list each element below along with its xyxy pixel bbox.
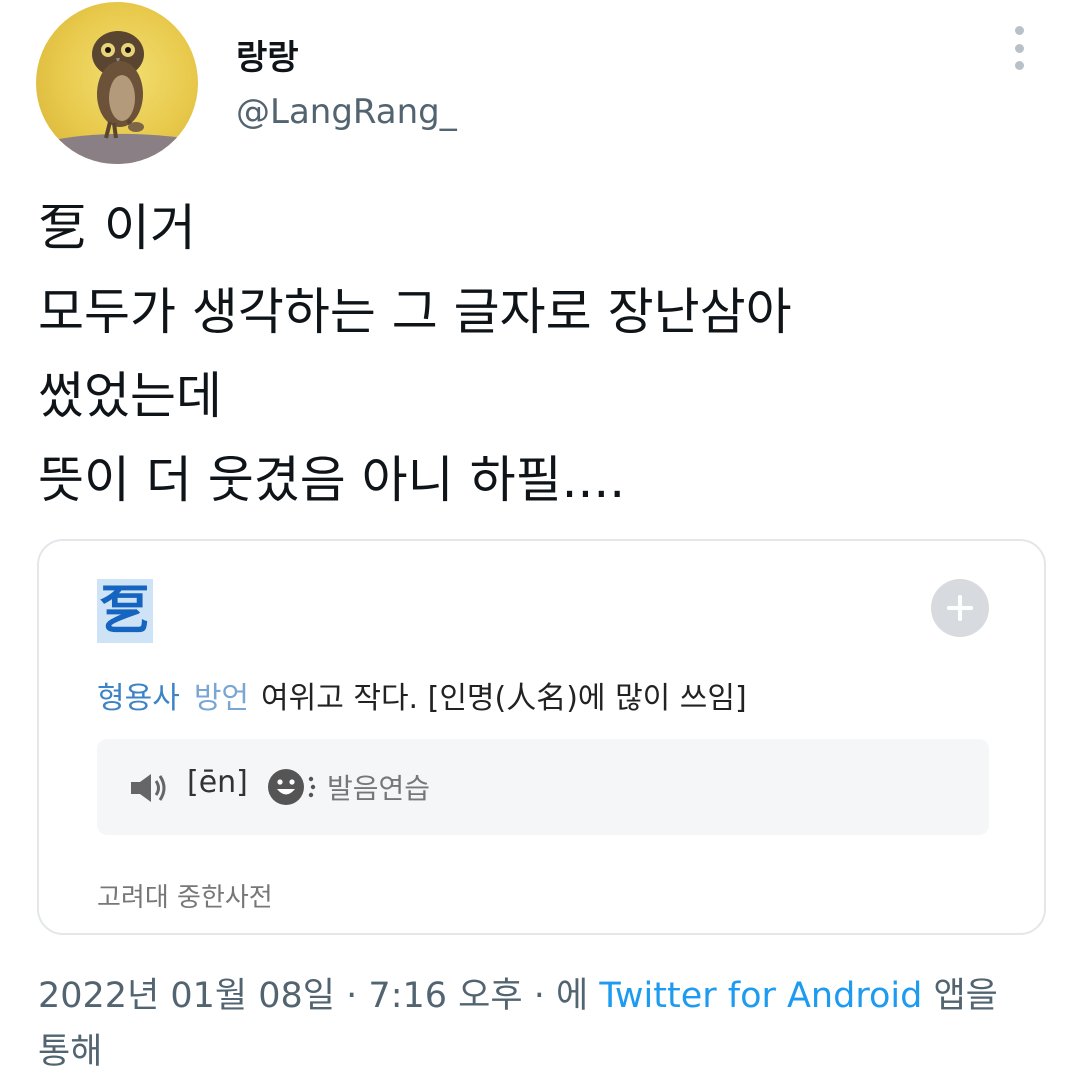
tweet-time[interactable]: 7:16 오후 [368,976,522,1016]
pronunciation-practice-icon [268,769,316,805]
menu-dot [1014,43,1024,53]
dictionary-headword: 乭 [97,579,154,643]
more-vertical-icon[interactable] [1004,26,1034,70]
dictionary-entry: 乭 형용사 방언 여위고 작다. [인명(人名)에 많이 쓰임] [ēn] 발음… [55,551,1028,923]
tweet-line: 乭 이거 [38,199,196,257]
tweet-text: 乭 이거 모두가 생각하는 그 글자로 장난삼아 썼었는데 뜻이 더 웃겼음 아… [38,186,1048,522]
tweet-line: 뜻이 더 웃겼음 아니 하필.... [38,451,626,509]
owl-avatar-image [36,31,198,164]
practice-label: 발음연습 [327,772,431,805]
display-name[interactable]: 랑랑 [236,30,299,79]
dialect-tag: 방언 [193,681,250,716]
meta-separator: · [533,976,545,1016]
source-app-link[interactable]: Twitter for Android [599,976,922,1016]
profile-avatar[interactable] [36,2,198,164]
speaker-icon[interactable] [129,771,169,805]
pronunciation-box: [ēn] 발음연습 [97,739,989,835]
tweet-date[interactable]: 2022년 01월 08일 [38,976,335,1016]
pronunciation-text: [ēn] [187,765,248,800]
pronunciation-practice-button[interactable]: 발음연습 [267,763,430,811]
dictionary-source: 고려대 중한사전 [97,883,273,913]
plus-icon[interactable] [931,579,989,637]
via-prefix: 에 [555,976,589,1016]
user-handle[interactable]: @LangRang_ [236,92,457,132]
menu-dot [1014,26,1024,35]
tweet-line: 썼었는데 [38,367,222,425]
menu-dot [1014,61,1024,70]
definition-row: 형용사 방언 여위고 작다. [인명(人名)에 많이 쓰임] [97,673,747,717]
definition-text: 여위고 작다. [인명(人名)에 많이 쓰임] [261,681,747,716]
via-suffix-line2: 통해 [38,1032,103,1072]
tweet-meta: 2022년 01월 08일 · 7:16 오후 · 에 Twitter for … [38,968,1058,1080]
meta-separator: · [346,976,358,1016]
part-of-speech: 형용사 [97,681,180,716]
via-suffix: 앱을 [933,976,998,1016]
tweet-line: 모두가 생각하는 그 글자로 장난삼아 [38,283,792,341]
attached-image[interactable]: 乭 형용사 방언 여위고 작다. [인명(人名)에 많이 쓰임] [ēn] 발음… [37,539,1046,935]
